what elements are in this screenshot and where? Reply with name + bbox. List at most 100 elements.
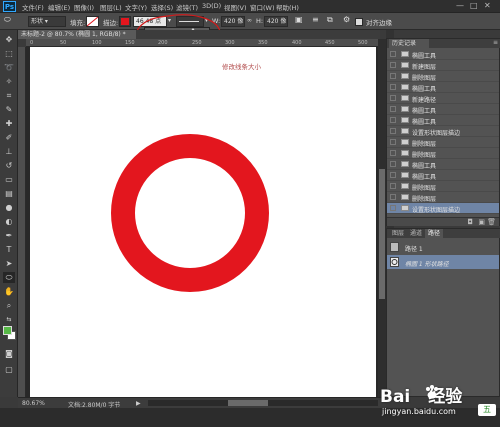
history-item[interactable]: 删除图层: [387, 192, 499, 203]
history-item[interactable]: 新建图层: [387, 60, 499, 71]
gradient-tool-icon[interactable]: ▤: [3, 188, 15, 199]
eyedropper-tool-icon[interactable]: ✎: [3, 104, 15, 115]
history-brush-source-checkbox[interactable]: [390, 62, 396, 68]
vertical-scroll-thumb[interactable]: [379, 169, 385, 299]
settings-gear-icon[interactable]: ⚙: [343, 15, 350, 24]
move-tool-icon[interactable]: ✥: [3, 34, 15, 45]
history-item[interactable]: 删除图层: [387, 181, 499, 192]
shape-tool-icon[interactable]: ⬭: [4, 15, 11, 25]
menu-3d[interactable]: 3D(D): [202, 2, 221, 10]
history-brush-source-checkbox[interactable]: [390, 51, 396, 57]
history-brush-source-checkbox[interactable]: [390, 95, 396, 101]
quick-mask-icon[interactable]: ◙: [3, 348, 15, 359]
path-operations-icon[interactable]: ▣: [295, 15, 303, 24]
status-arrow-icon[interactable]: ▶: [136, 400, 141, 407]
history-item[interactable]: 椭圆工具: [387, 159, 499, 170]
zoom-level[interactable]: 80.67%: [22, 400, 45, 407]
history-brush-source-checkbox[interactable]: [390, 150, 396, 156]
vertical-scrollbar[interactable]: [378, 39, 386, 397]
pen-tool-icon[interactable]: ✒: [3, 230, 15, 241]
fill-swatch[interactable]: [86, 16, 99, 27]
tab-channels[interactable]: 通道: [407, 229, 425, 238]
menu-file[interactable]: 文件(F): [22, 2, 44, 12]
history-tab[interactable]: 历史记录: [389, 39, 429, 48]
history-brush-source-checkbox[interactable]: [390, 194, 396, 200]
menu-help[interactable]: 帮助(H): [276, 2, 299, 12]
history-brush-source-checkbox[interactable]: [390, 205, 396, 211]
path-alignment-icon[interactable]: ≡: [312, 15, 319, 24]
history-brush-source-checkbox[interactable]: [390, 73, 396, 79]
trash-icon[interactable]: 🗑: [487, 218, 496, 226]
snapshot-icon[interactable]: ◘: [467, 218, 473, 226]
history-footer: ◘ ▣ 🗑: [387, 217, 499, 226]
history-brush-source-checkbox[interactable]: [390, 139, 396, 145]
path-row[interactable]: 路径 1: [387, 240, 499, 254]
history-brush-source-checkbox[interactable]: [390, 183, 396, 189]
history-brush-tool-icon[interactable]: ↺: [3, 160, 15, 171]
minimize-button[interactable]: —: [456, 1, 464, 10]
path-arrangement-icon[interactable]: ⧉: [327, 15, 333, 25]
crop-tool-icon[interactable]: ⌗: [3, 90, 15, 101]
zoom-tool-icon[interactable]: ⌕: [3, 300, 15, 311]
shape-mode-select[interactable]: 形状 ▾: [28, 16, 66, 27]
eraser-tool-icon[interactable]: ▭: [3, 174, 15, 185]
tab-layers[interactable]: 图层: [389, 229, 407, 238]
history-item[interactable]: 新建路径: [387, 93, 499, 104]
toolbox: ✥ ⬚ ➰ ✧ ⌗ ✎ ✚ ✐ ⊥ ↺ ▭ ▤ ● ◐ ✒ T ➤ ⬭ ✋ ⌕ …: [0, 30, 18, 397]
history-item[interactable]: 椭圆工具: [387, 170, 499, 181]
history-brush-source-checkbox[interactable]: [390, 84, 396, 90]
history-item[interactable]: 删除图层: [387, 71, 499, 82]
history-brush-source-checkbox[interactable]: [390, 117, 396, 123]
blur-tool-icon[interactable]: ●: [3, 202, 15, 213]
healing-brush-tool-icon[interactable]: ✚: [3, 118, 15, 129]
history-item[interactable]: 设置形状图层描边: [387, 203, 499, 214]
foreground-color-swatch[interactable]: [3, 326, 12, 335]
swap-colors-icon[interactable]: ⇆: [3, 314, 15, 325]
history-item[interactable]: 椭圆工具: [387, 115, 499, 126]
clone-stamp-tool-icon[interactable]: ⊥: [3, 146, 15, 157]
horizontal-scroll-thumb[interactable]: [228, 400, 268, 406]
height-input[interactable]: 420 像: [264, 16, 288, 27]
ruler-tick: 300: [225, 40, 235, 46]
menu-layer[interactable]: 图层(L): [100, 2, 122, 12]
history-brush-source-checkbox[interactable]: [390, 128, 396, 134]
history-brush-source-checkbox[interactable]: [390, 106, 396, 112]
brush-tool-icon[interactable]: ✐: [3, 132, 15, 143]
top-ruler[interactable]: 0 50 100 150 200 250 300 350 400 450 500: [26, 39, 378, 47]
type-tool-icon[interactable]: T: [3, 244, 15, 255]
history-item[interactable]: 椭圆工具: [387, 82, 499, 93]
red-ring-shape[interactable]: [108, 131, 272, 295]
history-item-label: 删除图层: [412, 152, 437, 159]
hand-tool-icon[interactable]: ✋: [3, 286, 15, 297]
panel-menu-icon[interactable]: ≡: [493, 39, 498, 46]
screen-mode-icon[interactable]: ▢: [3, 364, 15, 375]
menu-window[interactable]: 窗口(W): [250, 2, 275, 12]
lasso-tool-icon[interactable]: ➰: [3, 62, 15, 73]
menu-edit[interactable]: 编辑(E): [48, 2, 70, 12]
maximize-button[interactable]: □: [470, 1, 478, 10]
align-edges-checkbox[interactable]: [355, 18, 363, 26]
path-selection-tool-icon[interactable]: ➤: [3, 258, 15, 269]
path-row-selected[interactable]: 椭圆 1 形状路径: [387, 255, 499, 269]
marquee-tool-icon[interactable]: ⬚: [3, 48, 15, 59]
document-canvas[interactable]: 修改线条大小: [30, 47, 376, 397]
dodge-tool-icon[interactable]: ◐: [3, 216, 15, 227]
menu-view[interactable]: 视图(V): [224, 2, 247, 12]
history-item[interactable]: 删除图层: [387, 137, 499, 148]
tab-paths[interactable]: 路径: [425, 229, 444, 238]
history-item[interactable]: 椭圆工具: [387, 104, 499, 115]
close-button[interactable]: ✕: [484, 1, 491, 10]
document-tab[interactable]: 未标题-2 @ 80.7% (椭圆 1, RGB/8) *: [18, 30, 136, 39]
horizontal-scrollbar[interactable]: [148, 400, 378, 406]
ellipse-tool-icon[interactable]: ⬭: [3, 272, 15, 283]
history-brush-source-checkbox[interactable]: [390, 161, 396, 167]
history-brush-source-checkbox[interactable]: [390, 172, 396, 178]
left-ruler[interactable]: [18, 47, 26, 397]
magic-wand-tool-icon[interactable]: ✧: [3, 76, 15, 87]
history-item[interactable]: 设置形状图层描边: [387, 126, 499, 137]
history-item[interactable]: 删除图层: [387, 148, 499, 159]
menu-image[interactable]: 图像(I): [74, 2, 94, 12]
link-dimensions-icon[interactable]: ∞: [247, 17, 252, 24]
camera-icon[interactable]: ▣: [478, 218, 485, 226]
history-item[interactable]: 椭圆工具: [387, 49, 499, 60]
